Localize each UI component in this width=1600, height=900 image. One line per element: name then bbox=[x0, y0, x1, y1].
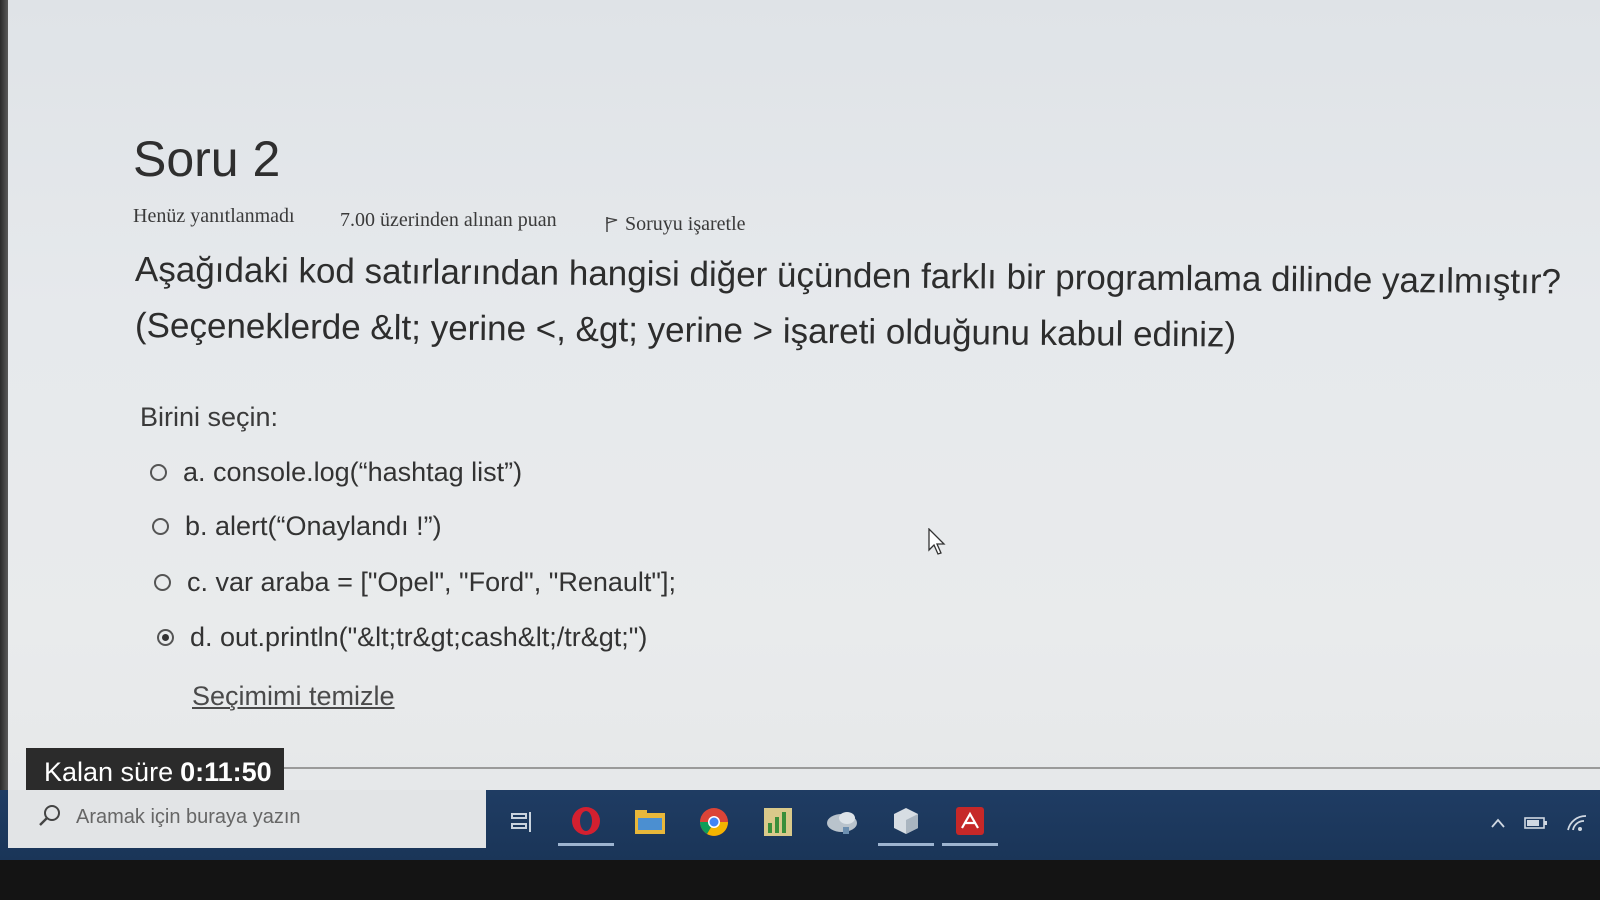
question-text-line-2: (Seçeneklerde &lt; yerine <, &gt; yerine… bbox=[134, 306, 1237, 355]
question-points: 7.00 üzerinden alınan puan bbox=[340, 209, 557, 231]
search-icon bbox=[39, 805, 60, 826]
cube-app-icon[interactable] bbox=[878, 798, 934, 846]
battery-icon[interactable] bbox=[1524, 815, 1548, 831]
answer-option-a[interactable]: a. console.log(“hashtag list”) bbox=[150, 452, 522, 492]
radio-button-a[interactable] bbox=[150, 463, 167, 481]
answer-option-c[interactable]: c. var araba = ["Opel", "Ford", "Renault… bbox=[154, 562, 676, 602]
question-text: Aşağıdaki kod satırlarından hangisi diğe… bbox=[135, 242, 1600, 355]
system-tray bbox=[1490, 814, 1588, 832]
flag-question-label: Soruyu işaretle bbox=[625, 213, 746, 235]
acrobat-icon[interactable] bbox=[942, 798, 998, 846]
timer-divider bbox=[280, 767, 1600, 769]
chevron-up-icon[interactable] bbox=[1490, 817, 1506, 829]
radio-button-b[interactable] bbox=[152, 517, 169, 535]
question-status: Henüz yanıtlanmadı bbox=[133, 205, 295, 227]
clear-selection-link[interactable]: Seçimimi temizle bbox=[192, 681, 395, 712]
answer-option-c-label: c. var araba = ["Opel", "Ford", "Renault… bbox=[187, 566, 676, 597]
cloud-app-icon[interactable] bbox=[814, 798, 870, 846]
answer-prompt: Birini seçin: bbox=[140, 402, 279, 432]
answer-option-d[interactable]: d. out.println("&lt;tr&gt;cash&lt;/tr&gt… bbox=[157, 617, 647, 657]
taskbar-search-box[interactable]: Aramak için buraya yazın bbox=[8, 790, 486, 848]
opera-icon[interactable] bbox=[558, 798, 614, 846]
remaining-time-value: 0:11:50 bbox=[180, 756, 272, 787]
chrome-icon[interactable] bbox=[686, 798, 742, 846]
flag-icon bbox=[606, 217, 618, 232]
mouse-cursor-icon bbox=[928, 528, 946, 555]
chart-app-icon[interactable] bbox=[750, 798, 806, 846]
answer-option-a-label: a. console.log(“hashtag list”) bbox=[183, 456, 523, 487]
monitor-bottom-bezel bbox=[0, 860, 1600, 900]
monitor-bezel bbox=[0, 0, 8, 790]
search-placeholder: Aramak için buraya yazın bbox=[76, 806, 301, 828]
screen: Soru 2 Henüz yanıtlanmadı 7.00 üzerinden… bbox=[0, 0, 1600, 900]
file-explorer-icon[interactable] bbox=[622, 798, 678, 846]
flag-question-link[interactable]: Soruyu işaretle bbox=[605, 213, 746, 236]
answer-option-d-label: d. out.println("&lt;tr&gt;cash&lt;/tr&gt… bbox=[190, 621, 648, 652]
remaining-time-label: Kalan süre bbox=[44, 756, 174, 787]
wifi-icon[interactable] bbox=[1566, 814, 1588, 832]
remaining-time-box: Kalan süre 0:11:50 bbox=[26, 748, 284, 796]
answer-option-b[interactable]: b. alert(“Onaylandı !”) bbox=[152, 506, 442, 546]
radio-button-d[interactable] bbox=[157, 628, 174, 646]
task-view-icon[interactable] bbox=[494, 798, 550, 846]
answer-option-b-label: b. alert(“Onaylandı !”) bbox=[185, 510, 442, 541]
radio-button-c[interactable] bbox=[154, 573, 171, 591]
question-title: Soru 2 bbox=[133, 131, 281, 187]
question-info: Henüz yanıtlanmadı 7.00 üzerinden alınan… bbox=[133, 205, 833, 235]
taskbar: Aramak için buraya yazın bbox=[0, 790, 1600, 860]
